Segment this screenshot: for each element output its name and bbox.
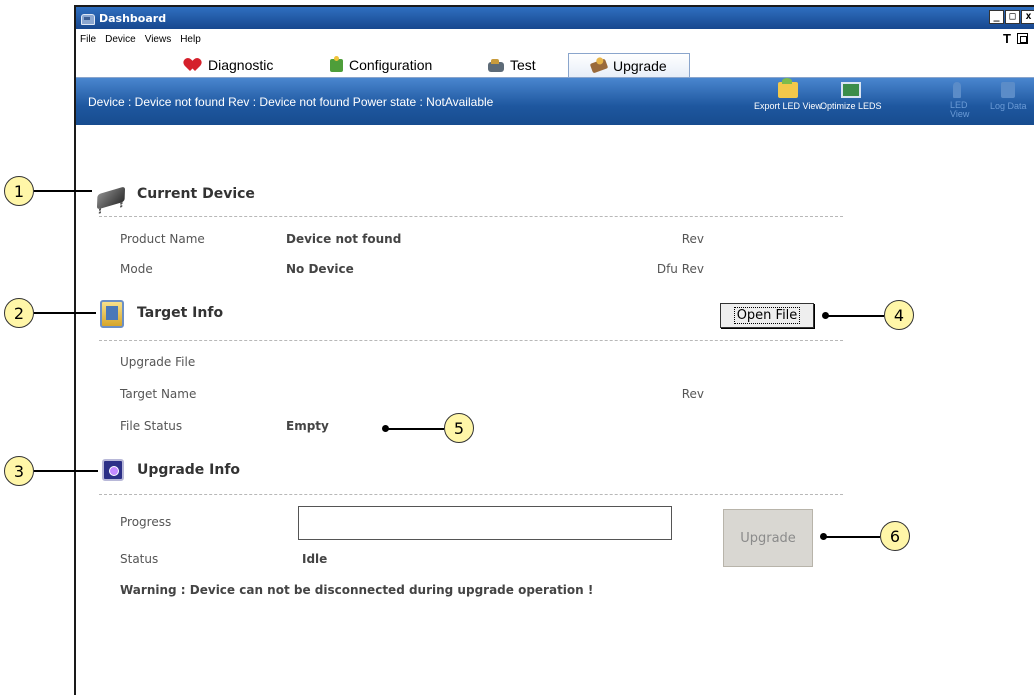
- menu-help[interactable]: Help: [180, 34, 201, 45]
- callout-3-line: [34, 470, 98, 472]
- tab-configuration[interactable]: Configuration: [330, 53, 432, 77]
- upgrade-warning: Warning : Device can not be disconnected…: [120, 583, 594, 597]
- target-info-icon: [100, 300, 124, 328]
- mode-label: Mode: [120, 262, 153, 276]
- menu-views[interactable]: Views: [145, 34, 172, 45]
- led-view-button[interactable]: LED View: [950, 82, 970, 119]
- menu-bar: File Device Views Help T: [76, 29, 1034, 49]
- callout-4: 4: [884, 300, 914, 330]
- menu-file[interactable]: File: [80, 34, 96, 45]
- led-view-label: LED View: [950, 100, 970, 119]
- device-status-bar: Device : Device not found Rev : Device n…: [76, 77, 1034, 125]
- target-rev-label: Rev: [681, 387, 704, 401]
- tab-configuration-label: Configuration: [349, 57, 433, 73]
- tab-diagnostic-label: Diagnostic: [208, 57, 274, 73]
- optimize-leds-label: Optimize LEDS: [820, 101, 882, 111]
- text-mode-button[interactable]: T: [1003, 31, 1011, 46]
- optimize-leds-button[interactable]: Optimize LEDS: [820, 82, 882, 111]
- test-icon: [488, 59, 504, 72]
- open-file-button[interactable]: Open File: [720, 303, 814, 328]
- window-title: Dashboard: [99, 11, 167, 25]
- callout-5-dot: [382, 425, 389, 432]
- progress-label: Progress: [120, 515, 172, 529]
- current-device-divider: [99, 216, 843, 217]
- window-controls: _ □ x: [989, 10, 1034, 24]
- app-icon: [80, 11, 96, 25]
- upgrade-tab-icon: [589, 58, 609, 73]
- led-view-icon: [953, 82, 961, 98]
- callout-3: 3: [4, 456, 34, 486]
- log-data-icon: [1001, 82, 1016, 98]
- tab-upgrade[interactable]: Upgrade: [568, 53, 690, 77]
- callout-5: 5: [444, 413, 474, 443]
- upgrade-info-divider: [99, 494, 843, 495]
- title-bar[interactable]: Dashboard _ □ x: [76, 7, 1034, 29]
- tab-test[interactable]: Test: [488, 53, 536, 77]
- minimize-button[interactable]: _: [989, 10, 1004, 24]
- maximize-button[interactable]: □: [1005, 10, 1020, 24]
- callout-5-line: [386, 428, 444, 430]
- file-status-label: File Status: [120, 419, 183, 433]
- open-file-label: Open File: [733, 307, 801, 324]
- callout-4-line: [826, 315, 884, 317]
- menu-right-controls: T: [1003, 31, 1028, 46]
- callout-6-line: [824, 536, 880, 538]
- callout-1: 1: [4, 176, 34, 206]
- heart-icon: [186, 58, 202, 72]
- callout-6-dot: [820, 533, 827, 540]
- puzzle-icon: [330, 55, 343, 72]
- status-label: Status: [120, 552, 159, 566]
- callout-6: 6: [880, 521, 910, 551]
- tab-diagnostic[interactable]: Diagnostic: [186, 53, 273, 77]
- status-value: Idle: [302, 552, 328, 566]
- upgrade-info-title: Upgrade Info: [137, 462, 241, 478]
- upgrade-button[interactable]: Upgrade: [723, 509, 813, 567]
- mode-value: No Device: [286, 262, 354, 276]
- rev-label: Rev: [681, 232, 704, 246]
- target-name-label: Target Name: [120, 387, 197, 401]
- tab-test-label: Test: [510, 57, 536, 73]
- callout-2: 2: [4, 298, 34, 328]
- tab-upgrade-label: Upgrade: [613, 57, 667, 74]
- callout-2-line: [34, 312, 96, 314]
- current-device-title: Current Device: [137, 186, 255, 202]
- optimize-leds-icon: [840, 82, 861, 98]
- callout-4-dot: [822, 312, 829, 319]
- log-data-button[interactable]: Log Data: [990, 82, 1027, 111]
- upgrade-file-label: Upgrade File: [120, 355, 196, 369]
- log-data-label: Log Data: [990, 101, 1027, 111]
- target-info-title: Target Info: [137, 305, 224, 321]
- export-led-view-button[interactable]: Export LED View: [754, 78, 822, 111]
- device-status-text: Device : Device not found Rev : Device n…: [88, 95, 494, 109]
- product-name-value: Device not found: [286, 232, 402, 246]
- export-led-view-label: Export LED View: [754, 101, 822, 111]
- upgrade-info-icon: [102, 459, 124, 481]
- product-name-label: Product Name: [120, 232, 205, 246]
- close-button[interactable]: x: [1021, 10, 1034, 24]
- file-status-value: Empty: [286, 419, 329, 433]
- export-led-view-icon: [777, 78, 798, 98]
- dfu-rev-label: Dfu Rev: [656, 262, 704, 276]
- restore-icon[interactable]: [1017, 33, 1028, 44]
- callout-1-line: [34, 190, 92, 192]
- target-info-divider: [99, 340, 843, 341]
- progress-bar: [298, 506, 672, 540]
- upgrade-button-label: Upgrade: [740, 530, 796, 546]
- menu-device[interactable]: Device: [105, 34, 136, 45]
- tab-bar: Diagnostic Configuration Test Upgrade: [76, 49, 1034, 77]
